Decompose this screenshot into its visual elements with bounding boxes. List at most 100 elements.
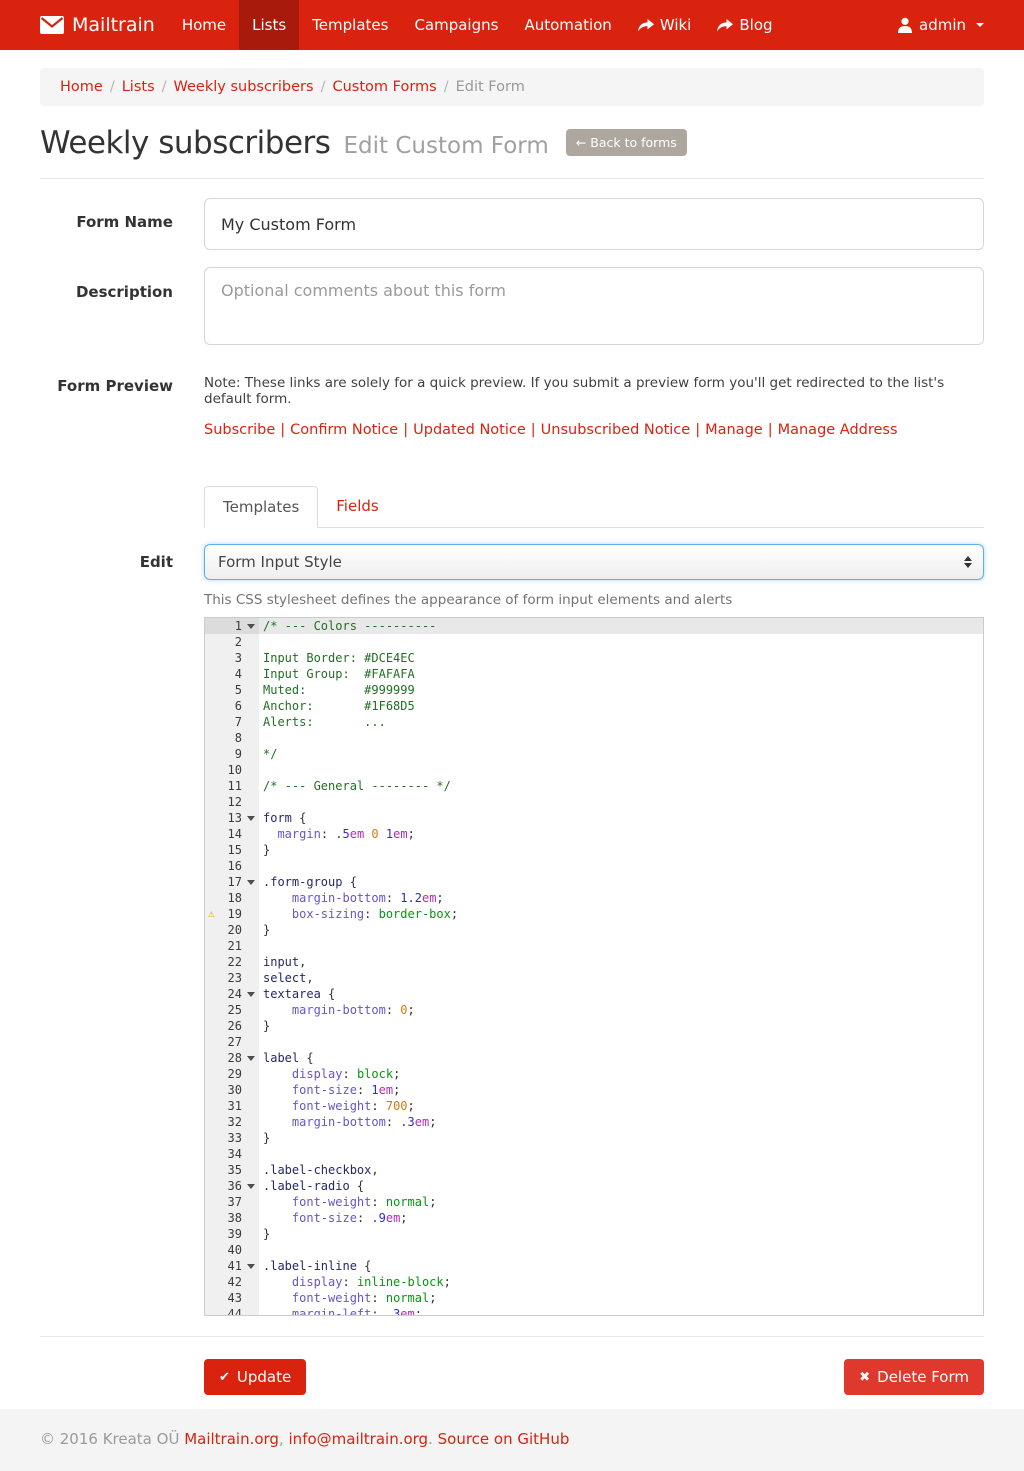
- code-line[interactable]: .form-group {: [263, 874, 983, 890]
- css-code-editor[interactable]: 123456789101112131415161718⚠192021222324…: [204, 617, 984, 1316]
- breadcrumb-separator: /: [155, 79, 174, 95]
- preview-link-manage[interactable]: Manage: [705, 422, 763, 438]
- code-line[interactable]: [263, 634, 983, 650]
- code-line[interactable]: }: [263, 842, 983, 858]
- code-line[interactable]: box-sizing: border-box;: [263, 906, 983, 922]
- code-line[interactable]: font-weight: 700;: [263, 1098, 983, 1114]
- gutter-line-number: 5: [205, 682, 259, 698]
- code-line[interactable]: Muted: #999999: [263, 682, 983, 698]
- code-line[interactable]: label {: [263, 1050, 983, 1066]
- fold-arrow-icon[interactable]: [247, 880, 255, 885]
- code-line[interactable]: .label-radio {: [263, 1178, 983, 1194]
- code-line[interactable]: }: [263, 1018, 983, 1034]
- gutter-line-number: 3: [205, 650, 259, 666]
- preview-link-unsubscribed-notice[interactable]: Unsubscribed Notice: [541, 422, 691, 438]
- code-line[interactable]: font-size: 1em;: [263, 1082, 983, 1098]
- footer-link[interactable]: info@mailtrain.org: [289, 1430, 429, 1448]
- nav-item-blog[interactable]: Blog: [704, 0, 785, 50]
- preview-link-subscribe[interactable]: Subscribe: [204, 422, 275, 438]
- gutter-line-number: 34: [205, 1146, 259, 1162]
- user-menu[interactable]: admin: [898, 0, 1024, 50]
- code-line[interactable]: }: [263, 922, 983, 938]
- tab-templates[interactable]: Templates: [204, 486, 318, 528]
- code-line[interactable]: [263, 938, 983, 954]
- link-separator: |: [763, 422, 778, 438]
- fold-arrow-icon[interactable]: [247, 1184, 255, 1189]
- code-line[interactable]: margin-bottom: 0;: [263, 1002, 983, 1018]
- code-line[interactable]: select,: [263, 970, 983, 986]
- nav-item-lists[interactable]: Lists: [239, 0, 299, 50]
- preview-note: Note: These links are solely for a quick…: [204, 375, 984, 407]
- nav-item-templates[interactable]: Templates: [299, 0, 401, 50]
- form-name-input[interactable]: [204, 198, 984, 250]
- code-line[interactable]: [263, 1034, 983, 1050]
- code-line[interactable]: margin: .5em 0 1em;: [263, 826, 983, 842]
- nav-item-label: Home: [182, 16, 226, 34]
- gutter-line-number: 17: [205, 874, 259, 890]
- link-separator: |: [690, 422, 705, 438]
- code-line[interactable]: Alerts: ...: [263, 714, 983, 730]
- code-line[interactable]: }: [263, 1226, 983, 1242]
- breadcrumb-item[interactable]: Weekly subscribers: [174, 79, 314, 95]
- code-line[interactable]: .label-inline {: [263, 1258, 983, 1274]
- code-line[interactable]: input,: [263, 954, 983, 970]
- code-line[interactable]: display: block;: [263, 1066, 983, 1082]
- footer-link[interactable]: Mailtrain.org: [184, 1430, 279, 1448]
- nav-item-wiki[interactable]: Wiki: [625, 0, 705, 50]
- delete-form-button[interactable]: ✖ Delete Form: [844, 1359, 984, 1395]
- nav-item-home[interactable]: Home: [169, 0, 239, 50]
- update-button[interactable]: ✔ Update: [204, 1359, 306, 1395]
- breadcrumb-item[interactable]: Home: [60, 79, 103, 95]
- fold-arrow-icon[interactable]: [247, 992, 255, 997]
- gutter-line-number: 24: [205, 986, 259, 1002]
- fold-arrow-icon[interactable]: [247, 1264, 255, 1269]
- code-line[interactable]: [263, 794, 983, 810]
- code-line[interactable]: [263, 762, 983, 778]
- gutter-line-number: 25: [205, 1002, 259, 1018]
- fold-arrow-icon[interactable]: [247, 816, 255, 821]
- code-line[interactable]: font-weight: normal;: [263, 1290, 983, 1306]
- code-line[interactable]: margin-bottom: 1.2em;: [263, 890, 983, 906]
- breadcrumb-item[interactable]: Lists: [122, 79, 155, 95]
- preview-link-manage-address[interactable]: Manage Address: [778, 422, 898, 438]
- editor-code-area[interactable]: /* --- Colors ---------- Input Border: #…: [259, 618, 983, 1315]
- code-line[interactable]: margin-left: .3em;: [263, 1306, 983, 1315]
- footer-link[interactable]: Source on GitHub: [438, 1430, 570, 1448]
- code-line[interactable]: }: [263, 1130, 983, 1146]
- code-line[interactable]: form {: [263, 810, 983, 826]
- code-line[interactable]: [263, 730, 983, 746]
- preview-link-confirm-notice[interactable]: Confirm Notice: [290, 422, 398, 438]
- code-line[interactable]: display: inline-block;: [263, 1274, 983, 1290]
- breadcrumb-item[interactable]: Custom Forms: [332, 79, 436, 95]
- fold-arrow-icon[interactable]: [247, 624, 255, 629]
- preview-link-updated-notice[interactable]: Updated Notice: [413, 422, 526, 438]
- nav-item-label: Templates: [312, 16, 388, 34]
- nav-item-automation[interactable]: Automation: [511, 0, 624, 50]
- description-textarea[interactable]: [204, 267, 984, 345]
- fold-arrow-icon[interactable]: [247, 1056, 255, 1061]
- code-line[interactable]: [263, 858, 983, 874]
- code-line[interactable]: textarea {: [263, 986, 983, 1002]
- gutter-line-number: 7: [205, 714, 259, 730]
- code-line[interactable]: Input Border: #DCE4EC: [263, 650, 983, 666]
- brand[interactable]: Mailtrain: [40, 0, 155, 50]
- code-line[interactable]: Input Group: #FAFAFA: [263, 666, 983, 682]
- link-separator: |: [526, 422, 541, 438]
- code-line[interactable]: font-weight: normal;: [263, 1194, 983, 1210]
- gutter-line-number: 39: [205, 1226, 259, 1242]
- code-line[interactable]: /* --- General -------- */: [263, 778, 983, 794]
- code-line[interactable]: .label-checkbox,: [263, 1162, 983, 1178]
- code-line[interactable]: [263, 1146, 983, 1162]
- gutter-line-number: 14: [205, 826, 259, 842]
- code-line[interactable]: margin-bottom: .3em;: [263, 1114, 983, 1130]
- code-line[interactable]: [263, 1242, 983, 1258]
- code-line[interactable]: font-size: .9em;: [263, 1210, 983, 1226]
- code-line[interactable]: Anchor: #1F68D5: [263, 698, 983, 714]
- code-line[interactable]: */: [263, 746, 983, 762]
- code-line[interactable]: /* --- Colors ----------: [259, 618, 983, 634]
- edit-template-select[interactable]: Form Input Style: [204, 544, 984, 580]
- nav-item-campaigns[interactable]: Campaigns: [401, 0, 511, 50]
- tab-fields[interactable]: Fields: [318, 486, 396, 527]
- link-separator: |: [275, 422, 290, 438]
- back-to-forms-button[interactable]: ← Back to forms: [566, 129, 687, 156]
